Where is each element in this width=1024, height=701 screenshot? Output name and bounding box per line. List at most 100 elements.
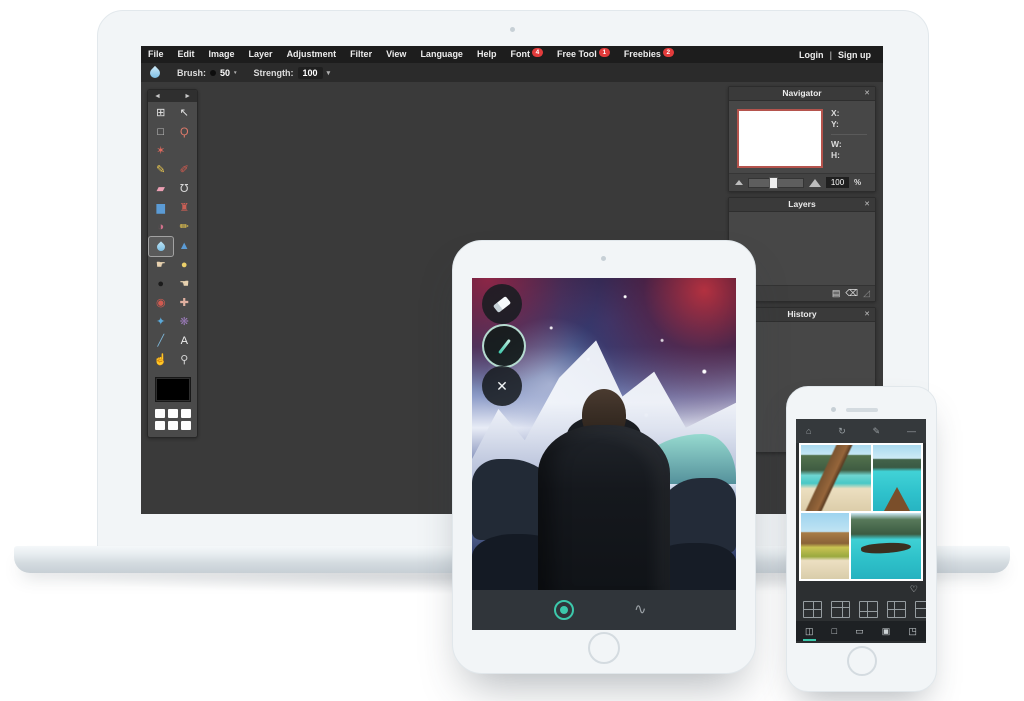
- bucket-tool[interactable]: ℧: [173, 180, 197, 199]
- color-replace-tool-icon: ◑: [157, 218, 164, 237]
- doodle-button[interactable]: ∿: [634, 600, 647, 620]
- tablet-home-button[interactable]: [588, 632, 620, 664]
- photo-boat-bow[interactable]: [873, 445, 921, 511]
- close-icon[interactable]: ✕: [864, 308, 870, 321]
- palette-next-icon[interactable]: ►: [184, 93, 191, 100]
- menu-items: FileEditImageLayerAdjustmentFilterView La…: [141, 49, 681, 60]
- merge-layer-icon[interactable]: ▤: [832, 288, 841, 299]
- move-tool[interactable]: ↖: [173, 104, 197, 123]
- type-tool-icon: A: [181, 332, 188, 351]
- zoom-in-icon[interactable]: [809, 179, 821, 187]
- zoom-value[interactable]: 100: [826, 177, 849, 188]
- palette-prev-icon[interactable]: ◄: [154, 93, 161, 100]
- menu-file[interactable]: File: [141, 49, 171, 60]
- photo-coconuts-beach[interactable]: [801, 513, 849, 579]
- menu-free-tool[interactable]: Free Tool1: [550, 49, 617, 60]
- sponge-tool[interactable]: ☚: [173, 275, 197, 294]
- hand-tool[interactable]: ☝: [149, 351, 173, 370]
- tab-filters[interactable]: ▣: [879, 625, 894, 638]
- color-replace-tool[interactable]: ◑: [149, 218, 173, 237]
- refresh-icon[interactable]: ↻: [838, 426, 846, 437]
- more-icon[interactable]: —: [907, 426, 916, 436]
- palette-mini-grid[interactable]: [155, 409, 191, 430]
- crop-tool[interactable]: ⊞: [149, 104, 173, 123]
- pencil-tool[interactable]: ✎: [149, 161, 173, 180]
- clone-stamp-tool[interactable]: ♜: [173, 199, 197, 218]
- menu-font[interactable]: Font4: [503, 49, 550, 60]
- menu-label: Freebies: [624, 49, 661, 59]
- login-link[interactable]: Login: [799, 50, 824, 60]
- menu-image[interactable]: Image: [202, 49, 242, 60]
- spot-heal-tool[interactable]: ✚: [173, 294, 197, 313]
- desktop-background: FileEditImageLayerAdjustmentFilterView La…: [0, 0, 1024, 701]
- layout-option-split-top[interactable]: [831, 601, 850, 618]
- menu-adjustment[interactable]: Adjustment: [280, 49, 344, 60]
- menu-language[interactable]: Language: [413, 49, 470, 60]
- bloat-tool[interactable]: ✦: [149, 313, 173, 332]
- burn-tool[interactable]: ●: [149, 275, 173, 294]
- red-eye-tool[interactable]: ◉: [149, 294, 173, 313]
- strength-dropdown-icon[interactable]: ▾: [327, 69, 331, 77]
- close-icon[interactable]: ✕: [864, 87, 870, 100]
- eraser-button[interactable]: [482, 284, 522, 324]
- drawing-tool[interactable]: ✏: [173, 218, 197, 237]
- brush-tool[interactable]: ✐: [173, 161, 197, 180]
- tab-single[interactable]: □: [829, 625, 840, 637]
- strength-option[interactable]: Strength: 100 ▾: [254, 67, 331, 79]
- brush-option[interactable]: Brush: 50 ▾: [177, 68, 237, 78]
- photo-lagoon-boat[interactable]: [851, 513, 921, 579]
- color-swatch[interactable]: [155, 377, 191, 402]
- menu-label: Language: [420, 49, 463, 59]
- layout-option-grid-mixed[interactable]: [915, 601, 926, 618]
- dodge-tool[interactable]: ●: [173, 256, 197, 275]
- close-button[interactable]: ✕: [482, 366, 522, 406]
- zoom-out-icon[interactable]: [735, 180, 743, 185]
- layout-option-grid-2x2[interactable]: [803, 601, 822, 618]
- target-button[interactable]: [554, 600, 574, 620]
- smudge-tool[interactable]: ☛: [149, 256, 173, 275]
- menu-edit[interactable]: Edit: [171, 49, 202, 60]
- wand-tool[interactable]: ✶: [149, 142, 173, 161]
- heart-icon[interactable]: ♡: [910, 584, 918, 595]
- type-tool[interactable]: A: [173, 332, 197, 351]
- tab-collage[interactable]: ◫: [802, 625, 817, 638]
- home-icon[interactable]: ⌂: [806, 426, 811, 436]
- close-icon[interactable]: ✕: [864, 198, 870, 211]
- marquee-tool[interactable]: □: [149, 123, 173, 142]
- menu-help[interactable]: Help: [470, 49, 504, 60]
- menu-view[interactable]: View: [379, 49, 413, 60]
- color-picker-tool[interactable]: ╱: [149, 332, 173, 351]
- brush-button[interactable]: [482, 324, 526, 368]
- layout-option-left-column[interactable]: [887, 601, 906, 618]
- zoom-tool[interactable]: ⚲: [173, 351, 197, 370]
- menu-freebies[interactable]: Freebies2: [617, 49, 681, 60]
- sharpen-tool[interactable]: ▲: [173, 237, 197, 256]
- navigator-header[interactable]: Navigator ✕: [729, 87, 875, 101]
- zoom-slider[interactable]: [748, 178, 804, 188]
- zoom-slider-handle[interactable]: [769, 177, 778, 189]
- panel-resize-icon[interactable]: ◿: [863, 288, 870, 299]
- signup-link[interactable]: Sign up: [838, 50, 871, 60]
- layers-header[interactable]: Layers ✕: [729, 198, 875, 212]
- tab-frames[interactable]: ▭: [852, 625, 867, 638]
- pinch-tool[interactable]: ❋: [173, 313, 197, 332]
- smudge-tool-icon: ☛: [156, 256, 166, 275]
- menu-layer[interactable]: Layer: [242, 49, 280, 60]
- layout-option-split-left[interactable]: [859, 601, 878, 618]
- brush-dropdown-icon[interactable]: ▾: [234, 71, 237, 75]
- phone-home-button[interactable]: [847, 646, 877, 676]
- hand-tool-icon: ☝: [154, 351, 168, 370]
- burn-tool-icon: ●: [157, 275, 164, 294]
- tablet-photo-canvas[interactable]: ✕: [472, 278, 736, 590]
- gradient-tool[interactable]: ▆: [149, 199, 173, 218]
- navigator-preview[interactable]: [737, 109, 823, 168]
- eraser-tool[interactable]: ▰: [149, 180, 173, 199]
- photo-beach-boats[interactable]: [801, 445, 871, 511]
- blur-tool[interactable]: [149, 237, 173, 256]
- menu-filter[interactable]: Filter: [343, 49, 379, 60]
- menu-label: Free Tool: [557, 49, 597, 59]
- delete-layer-icon[interactable]: ⌫: [845, 288, 858, 299]
- tab-stickers[interactable]: ◳: [905, 625, 920, 638]
- lasso-tool[interactable]: Ϙ: [173, 123, 197, 142]
- edit-icon[interactable]: ✎: [873, 426, 881, 437]
